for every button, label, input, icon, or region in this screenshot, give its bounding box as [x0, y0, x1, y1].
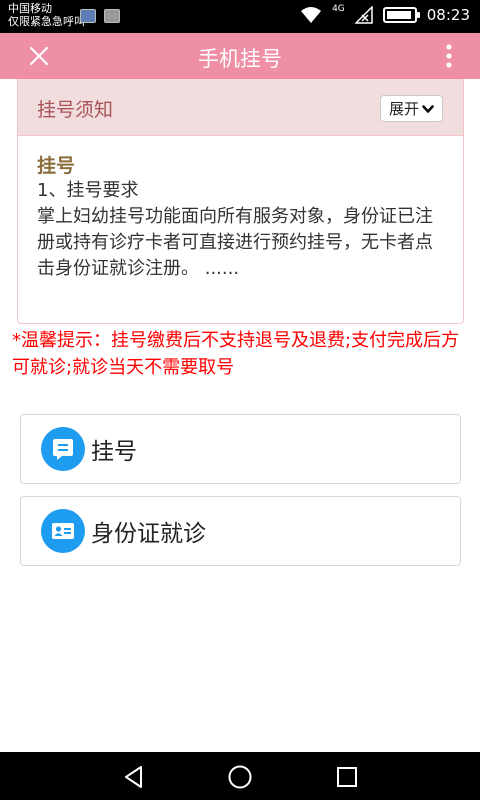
- emergency-text: 仅限紧急急呼叫: [8, 15, 85, 28]
- message-icon: [41, 427, 85, 471]
- id-card-icon: [41, 509, 85, 553]
- network-type: 4G: [332, 4, 345, 14]
- status-right: 4G 08:23: [300, 4, 470, 24]
- warning-text: *温馨提示：挂号缴费后不支持退号及退费;支付完成后方可就诊;就诊当天不需要取号: [12, 330, 460, 378]
- chevron-down-icon: [422, 104, 434, 113]
- wifi-icon: [301, 7, 322, 23]
- expand-button[interactable]: 展开: [380, 95, 443, 122]
- notification-image-icon: [104, 9, 120, 23]
- registration-notice-card: 挂号须知 展开 挂号 1、挂号要求 掌上妇幼挂号功能面向所有服务对象，身份证已注…: [17, 79, 464, 324]
- carrier-info: 中国移动 仅限紧急急呼叫: [8, 2, 85, 28]
- battery-icon: [382, 7, 420, 23]
- expand-label: 展开: [388, 100, 419, 118]
- notice-title: 挂号须知: [37, 99, 114, 121]
- notice-header: 挂号须知 展开: [18, 79, 463, 136]
- more-options-icon[interactable]: [446, 44, 452, 68]
- system-nav-bar: [0, 752, 480, 800]
- signal-icon: [354, 6, 373, 24]
- notice-body: 挂号 1、挂号要求 掌上妇幼挂号功能面向所有服务对象，身份证已注册或持有诊疗卡者…: [18, 136, 463, 282]
- home-icon[interactable]: [227, 764, 253, 790]
- id-card-visit-button[interactable]: 身份证就诊: [20, 496, 461, 566]
- notice-line: 1、挂号要求: [37, 180, 139, 201]
- notification-icons: [80, 9, 120, 23]
- notice-subtitle: 挂号: [37, 155, 76, 177]
- notification-heart-icon: [80, 9, 96, 23]
- recent-apps-icon[interactable]: [334, 764, 360, 790]
- id-card-visit-label: 身份证就诊: [91, 521, 206, 547]
- notice-paragraph: 掌上妇幼挂号功能面向所有服务对象，身份证已注册或持有诊疗卡者可直接进行预约挂号，…: [37, 206, 433, 279]
- carrier-name: 中国移动: [8, 2, 52, 15]
- clock: 08:23: [426, 6, 470, 24]
- app-header: 手机挂号: [0, 33, 480, 79]
- register-label: 挂号: [91, 439, 137, 465]
- register-button[interactable]: 挂号: [20, 414, 461, 484]
- back-icon[interactable]: [121, 764, 147, 790]
- page-title: 手机挂号: [198, 47, 282, 71]
- status-bar: 中国移动 仅限紧急急呼叫 4G 08:23: [0, 0, 480, 33]
